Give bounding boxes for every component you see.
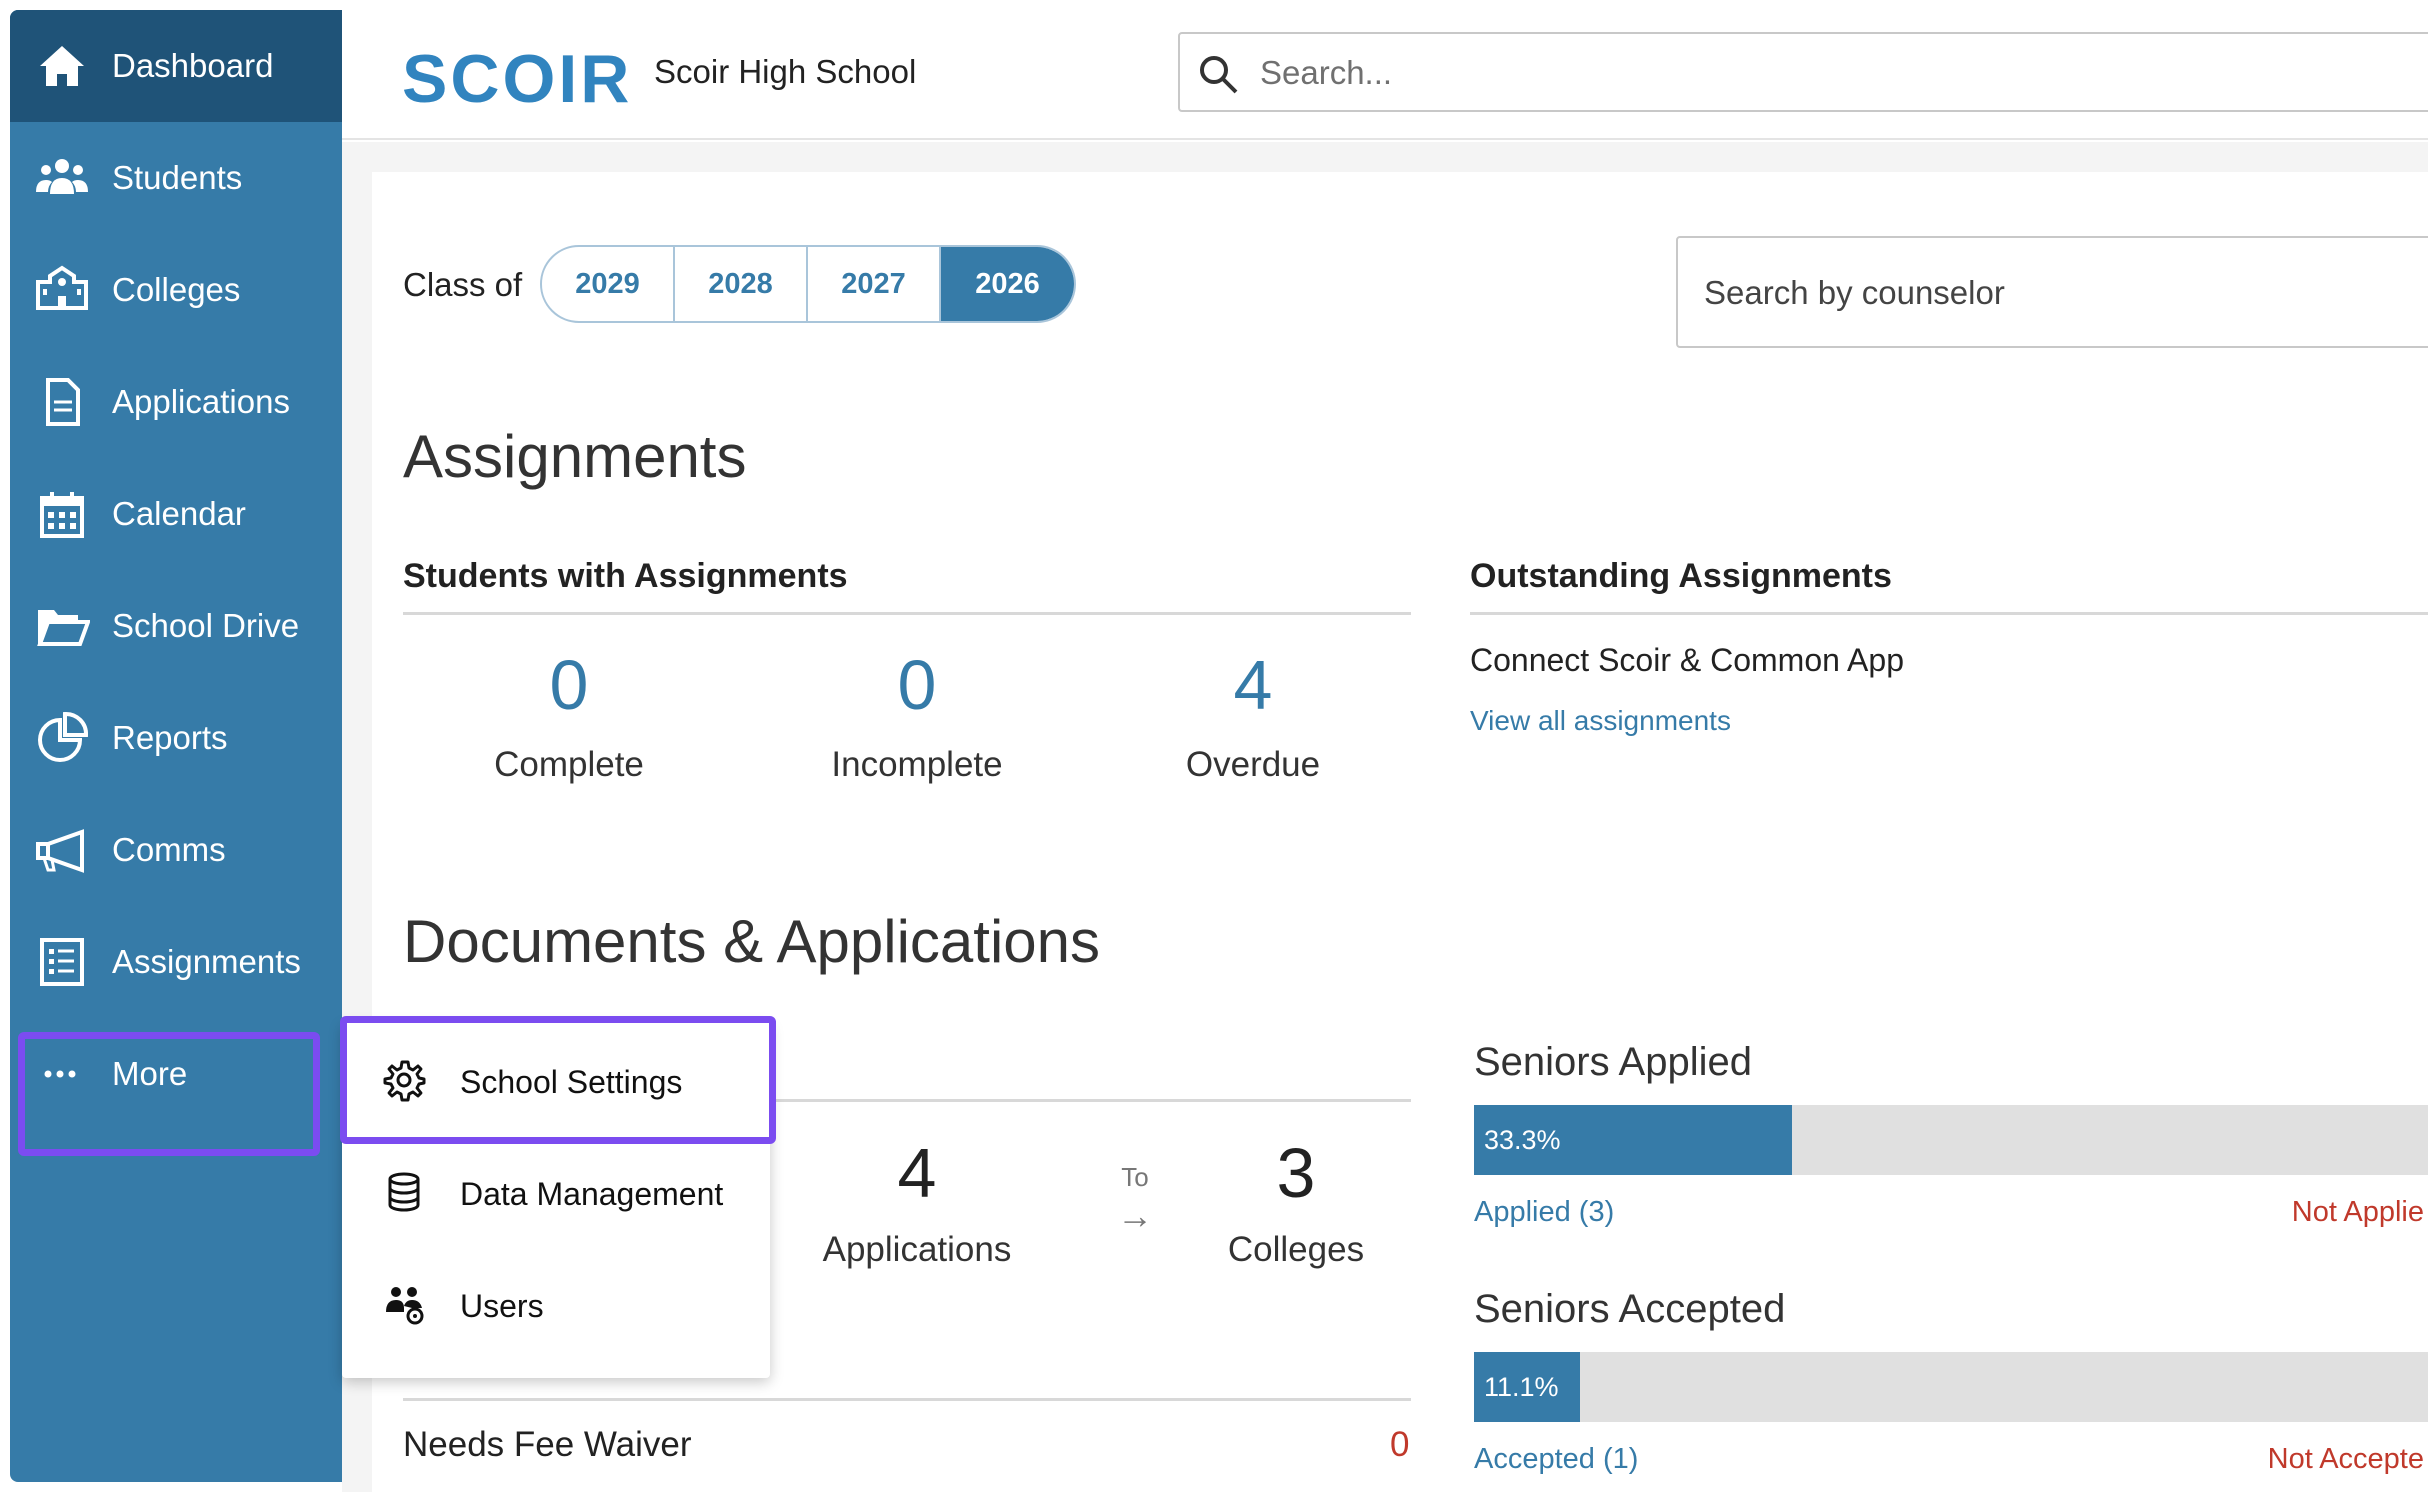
- seniors-applied-bar[interactable]: 33.3%: [1474, 1105, 2428, 1175]
- students-icon: [36, 159, 88, 194]
- needs-fee-waiver-count[interactable]: 0: [1390, 1425, 1409, 1465]
- school-name: Scoir High School: [654, 53, 917, 90]
- pie-chart-icon: [38, 712, 88, 762]
- sidebar-item-dashboard[interactable]: Dashboard: [10, 10, 342, 122]
- seniors-accepted-bar[interactable]: 11.1%: [1474, 1352, 2428, 1422]
- overdue-count[interactable]: 4: [1103, 645, 1403, 725]
- menu-item-school-settings[interactable]: School Settings: [342, 1022, 770, 1134]
- assignments-heading: Assignments: [403, 423, 747, 490]
- overdue-label: Overdue: [1185, 745, 1321, 784]
- class-of-label: Class of: [403, 266, 523, 303]
- seniors-applied-heading: Seniors Applied: [1474, 1040, 1752, 1084]
- needs-fee-waiver-label: Needs Fee Waiver: [403, 1425, 692, 1464]
- seniors-accepted-heading: Seniors Accepted: [1474, 1287, 1786, 1331]
- sidebar-item-label: Colleges: [112, 271, 241, 308]
- users-gear-icon: [386, 1287, 424, 1325]
- sidebar-item-assignments[interactable]: Assignments: [10, 906, 342, 1018]
- outstanding-assignment-item: Connect Scoir & Common App: [1470, 642, 1904, 678]
- documents-applications-heading: Documents & Applications: [403, 908, 1101, 975]
- top-header: SCOIR Scoir High School: [342, 10, 2428, 140]
- menu-item-users[interactable]: Users: [342, 1246, 770, 1358]
- sidebar-item-calendar[interactable]: Calendar: [10, 458, 342, 570]
- database-icon: [388, 1172, 420, 1212]
- more-dropdown-menu: School Settings Data Management Users: [342, 1022, 770, 1378]
- applied-legend[interactable]: Applied (3): [1474, 1196, 1614, 1229]
- accepted-legend[interactable]: Accepted (1): [1474, 1443, 1638, 1476]
- sidebar-item-label: Students: [112, 159, 243, 196]
- counselor-search[interactable]: [1676, 236, 2428, 348]
- sidebar-item-comms[interactable]: Comms: [10, 794, 342, 906]
- sidebar-item-label: Calendar: [112, 495, 246, 532]
- global-search[interactable]: [1178, 32, 2428, 112]
- year-tab-2028[interactable]: 2028: [675, 247, 808, 321]
- sidebar-item-more[interactable]: More: [10, 1018, 342, 1130]
- more-dots-icon: [44, 1070, 76, 1078]
- document-icon: [46, 378, 80, 426]
- divider: [403, 1398, 1411, 1401]
- app-window: Dashboard Students Colleges Applications…: [0, 0, 2428, 1492]
- sidebar-item-label: Reports: [112, 719, 228, 756]
- search-icon: [1200, 56, 1238, 94]
- complete-count[interactable]: 0: [419, 645, 719, 725]
- checklist-icon: [40, 938, 84, 986]
- sidebar-item-reports[interactable]: Reports: [10, 682, 342, 794]
- colleges-label: Colleges: [1227, 1230, 1365, 1269]
- sidebar-item-label: Assignments: [112, 943, 301, 980]
- applications-count[interactable]: 4: [767, 1133, 1067, 1213]
- year-tab-2026[interactable]: 2026: [941, 247, 1074, 321]
- sidebar-item-applications[interactable]: Applications: [10, 346, 342, 458]
- sidebar: Dashboard Students Colleges Applications…: [10, 10, 342, 1482]
- incomplete-label: Incomplete: [831, 745, 1003, 784]
- counselor-search-input[interactable]: [1704, 268, 2404, 318]
- scoir-logo[interactable]: SCOIR: [402, 40, 632, 118]
- sidebar-item-label: Applications: [112, 383, 290, 420]
- folder-icon: [37, 610, 90, 646]
- sidebar-item-label: More: [112, 1055, 188, 1092]
- home-icon: [40, 46, 84, 86]
- calendar-icon: [40, 492, 84, 538]
- seniors-accepted-fill: 11.1%: [1474, 1352, 1580, 1422]
- sidebar-item-school-drive[interactable]: School Drive: [10, 570, 342, 682]
- colleges-icon: [36, 265, 88, 310]
- seniors-applied-fill: 33.3%: [1474, 1105, 1792, 1175]
- sidebar-item-label: Dashboard: [112, 47, 274, 84]
- applications-label: Applications: [822, 1230, 1012, 1269]
- gear-icon: [383, 1060, 426, 1102]
- colleges-count[interactable]: 3: [1146, 1133, 1446, 1213]
- sidebar-item-label: Comms: [112, 831, 226, 868]
- menu-item-label: Data Management: [460, 1176, 724, 1212]
- menu-item-label: Users: [460, 1288, 544, 1324]
- divider: [403, 612, 1411, 615]
- complete-label: Complete: [494, 745, 644, 784]
- outstanding-assignments-heading: Outstanding Assignments: [1470, 557, 1892, 595]
- class-year-selector: 2029 2028 2027 2026: [540, 245, 1076, 323]
- menu-item-data-management[interactable]: Data Management: [342, 1134, 770, 1246]
- view-all-assignments-link[interactable]: View all assignments: [1470, 705, 1731, 737]
- not-applied-legend[interactable]: Not Applie: [2292, 1196, 2424, 1229]
- to-label: To: [1121, 1162, 1149, 1192]
- megaphone-icon: [36, 829, 84, 873]
- divider: [1470, 612, 2428, 615]
- not-accepted-legend[interactable]: Not Accepte: [2268, 1443, 2424, 1476]
- sidebar-item-colleges[interactable]: Colleges: [10, 234, 342, 346]
- divider: [770, 1099, 1411, 1102]
- menu-item-label: School Settings: [460, 1064, 683, 1100]
- search-input[interactable]: [1260, 46, 2360, 100]
- year-tab-2027[interactable]: 2027: [808, 247, 941, 321]
- incomplete-count[interactable]: 0: [767, 645, 1067, 725]
- sidebar-item-label: School Drive: [112, 607, 300, 644]
- sidebar-item-students[interactable]: Students: [10, 122, 342, 234]
- students-with-assignments-heading: Students with Assignments: [403, 557, 848, 595]
- year-tab-2029[interactable]: 2029: [542, 247, 675, 321]
